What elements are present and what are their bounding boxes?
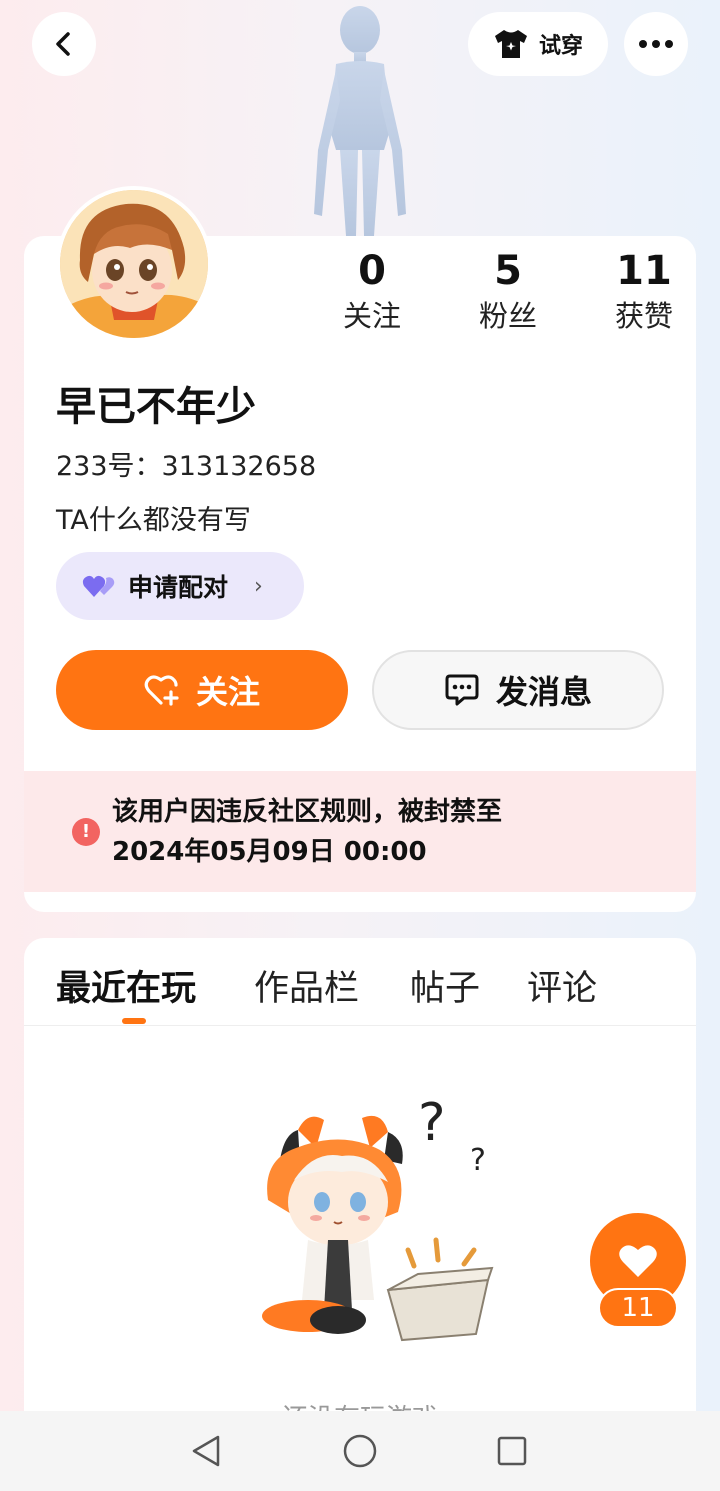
stats-row: 0 关注 5 粉丝 11 获赞 bbox=[304, 248, 684, 348]
stat-likes[interactable]: 11 获赞 bbox=[584, 248, 696, 334]
tab-bar: 最近在玩 作品栏 帖子 评论 bbox=[24, 938, 696, 1026]
tab-works[interactable]: 作品栏 bbox=[254, 960, 359, 1011]
heart-icon bbox=[619, 1245, 657, 1277]
request-pair-label: 申请配对 bbox=[128, 573, 229, 602]
try-on-label: 试穿 bbox=[538, 34, 583, 59]
nav-back-icon[interactable] bbox=[186, 1431, 226, 1471]
tab-recently-played[interactable]: 最近在玩 bbox=[56, 960, 196, 1011]
request-pair-button[interactable]: 申请配对 › bbox=[56, 552, 304, 620]
following-label: 关注 bbox=[342, 299, 401, 333]
empty-state-illustration: ? ? bbox=[262, 1093, 494, 1342]
followers-count: 5 bbox=[494, 248, 522, 294]
more-dots-icon bbox=[639, 40, 673, 48]
avatar[interactable] bbox=[56, 186, 212, 342]
svg-text:?: ? bbox=[418, 1093, 446, 1153]
user-bio: TA什么都没有写 bbox=[56, 505, 251, 536]
like-count-badge: 11 bbox=[598, 1288, 678, 1328]
ban-notice: ! 该用户因违反社区规则，被封禁至 2024年05月09日 00:00 bbox=[24, 771, 696, 892]
user-id: 233号：313132658 bbox=[56, 451, 317, 482]
tab-comments[interactable]: 评论 bbox=[527, 960, 597, 1011]
back-button[interactable] bbox=[32, 12, 96, 76]
stat-followers[interactable]: 5 粉丝 bbox=[448, 248, 568, 334]
chevron-right-icon: › bbox=[254, 573, 263, 599]
following-count: 0 bbox=[358, 248, 386, 294]
username: 早已不年少 bbox=[56, 384, 256, 430]
svg-text:?: ? bbox=[470, 1143, 486, 1178]
ban-message-line1: 该用户因违反社区规则，被封禁至 bbox=[112, 796, 503, 827]
tab-posts[interactable]: 帖子 bbox=[410, 960, 480, 1011]
nav-recents-icon[interactable] bbox=[492, 1431, 532, 1471]
pair-hearts-icon bbox=[82, 575, 115, 597]
ban-message: 该用户因违反社区规则，被封禁至 2024年05月09日 00:00 bbox=[112, 792, 502, 872]
heart-plus-icon bbox=[144, 675, 179, 706]
likes-count: 11 bbox=[616, 248, 672, 294]
chat-bubble-icon bbox=[445, 674, 479, 706]
nav-home-icon[interactable] bbox=[340, 1431, 380, 1471]
system-nav-bar bbox=[0, 1411, 720, 1491]
more-button[interactable] bbox=[624, 12, 688, 76]
ban-message-line2: 2024年05月09日 00:00 bbox=[112, 836, 427, 867]
send-message-label: 发消息 bbox=[495, 673, 592, 711]
avatar-image bbox=[60, 190, 208, 338]
followers-label: 粉丝 bbox=[478, 299, 537, 333]
send-message-button[interactable]: 发消息 bbox=[372, 650, 664, 730]
back-arrow-icon bbox=[56, 32, 70, 56]
content-tabs-card: 最近在玩 作品栏 帖子 评论 ? ? 还没有玩游戏 bbox=[24, 938, 696, 1491]
follow-label: 关注 bbox=[195, 673, 260, 711]
try-on-button[interactable]: 试穿 bbox=[468, 12, 608, 76]
avatar-figure-silhouette bbox=[314, 6, 406, 236]
tshirt-icon bbox=[494, 30, 527, 58]
likes-label: 获赞 bbox=[614, 299, 673, 333]
active-tab-indicator bbox=[122, 1018, 146, 1024]
warning-icon: ! bbox=[72, 817, 100, 846]
stat-following[interactable]: 0 关注 bbox=[312, 248, 432, 334]
follow-button[interactable]: 关注 bbox=[56, 650, 348, 730]
